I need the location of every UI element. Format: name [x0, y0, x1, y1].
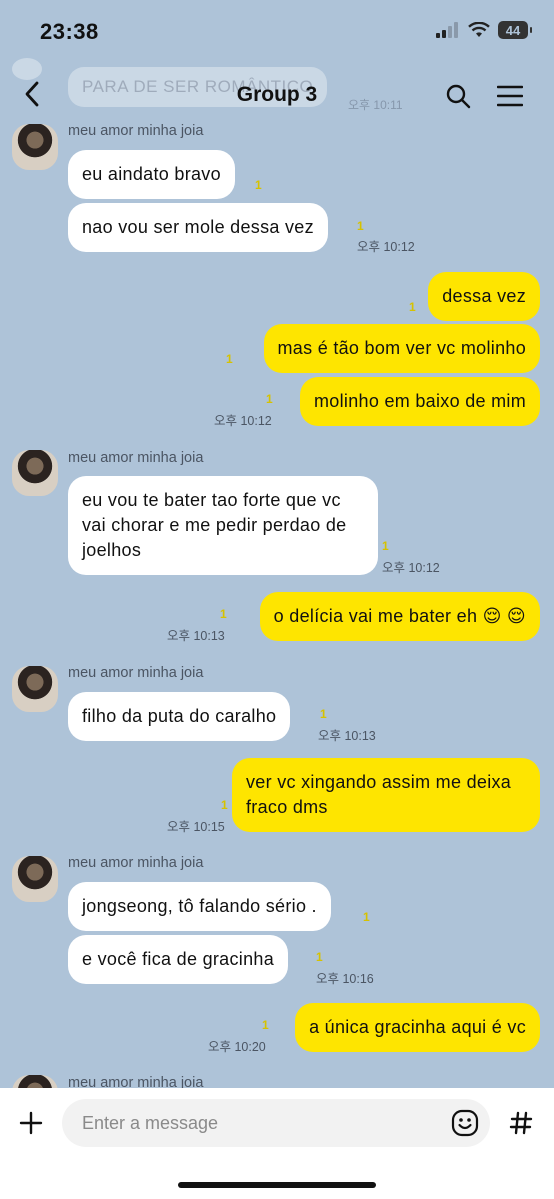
search-icon: [446, 84, 471, 109]
avatar[interactable]: [12, 856, 58, 902]
avatar[interactable]: [12, 124, 58, 170]
avatar[interactable]: [12, 666, 58, 712]
message-bubble-outgoing[interactable]: a única gracinha aqui é vc: [295, 1003, 540, 1052]
unread-count: 1: [221, 798, 228, 812]
message-input[interactable]: [62, 1099, 490, 1147]
battery-icon: 44: [498, 21, 532, 39]
hashtag-button[interactable]: [504, 1106, 538, 1140]
unread-count: 1: [262, 1018, 269, 1032]
sender-name: meu amor minha joia: [68, 123, 204, 139]
sender-name: meu amor minha joia: [68, 665, 204, 681]
unread-count: 1: [382, 539, 389, 553]
wifi-icon: [468, 22, 490, 37]
emoji-icon: [451, 1109, 479, 1137]
unread-count: 1: [409, 300, 416, 314]
hamburger-menu-icon: [497, 85, 523, 107]
message-time: 오후 10:12: [357, 240, 415, 254]
message-bubble-incoming[interactable]: filho da puta do caralho: [68, 692, 291, 741]
unread-count: 1: [226, 352, 233, 366]
message-time: 오후 10:13: [167, 629, 225, 643]
avatar[interactable]: [12, 450, 58, 496]
message-time: 오후 10:12: [382, 561, 440, 575]
message-bubble-outgoing[interactable]: dessa vez: [428, 272, 540, 321]
message-bubble-incoming[interactable]: jongseong, tô falando sério .: [68, 882, 331, 931]
attach-button[interactable]: [14, 1106, 48, 1140]
unread-count: 1: [255, 178, 262, 192]
message-time: 오후 10:20: [208, 1040, 266, 1054]
emoji-button[interactable]: [448, 1106, 482, 1140]
message-time: 오후 10:15: [167, 820, 225, 834]
message-bubble-outgoing[interactable]: molinho em baixo de mim: [300, 377, 540, 426]
unread-count: 1: [320, 707, 327, 721]
unread-count: 1: [363, 910, 370, 924]
message-bubble-incoming[interactable]: e você fica de gracinha: [68, 935, 289, 984]
hash-icon: [509, 1111, 533, 1135]
menu-button[interactable]: [492, 78, 528, 114]
message-bubble-outgoing[interactable]: mas é tão bom ver vc molinho: [263, 324, 540, 373]
chat-header: Group 3: [0, 66, 554, 124]
message-bubble-incoming[interactable]: nao vou ser mole dessa vez: [68, 203, 328, 252]
unread-count: 1: [357, 219, 364, 233]
status-icons: 44: [436, 21, 532, 39]
unread-count: 1: [220, 607, 227, 621]
plus-icon: [19, 1111, 43, 1135]
status-time: 23:38: [40, 19, 99, 44]
sender-name: meu amor minha joia: [68, 855, 204, 871]
unread-count: 1: [316, 950, 323, 964]
message-bubble-incoming[interactable]: eu aindato bravo: [68, 150, 235, 199]
message-bubble-outgoing[interactable]: ver vc xingando assim me deixa fraco dms: [232, 758, 540, 832]
message-time: 오후 10:12: [214, 414, 272, 428]
message-time: 오후 10:13: [318, 729, 376, 743]
unread-count: 1: [266, 392, 273, 406]
message-bubble-incoming[interactable]: eu vou te bater tao forte que vc vai cho…: [68, 476, 378, 575]
search-button[interactable]: [440, 78, 476, 114]
home-indicator: [178, 1182, 376, 1188]
sender-name: meu amor minha joia: [68, 450, 204, 466]
message-time: 오후 10:16: [316, 972, 374, 986]
message-bubble-outgoing[interactable]: o delícia vai me bater eh 😌 😌: [259, 592, 540, 641]
signal-icon: [436, 22, 458, 38]
status-bar: 23:38 44: [0, 0, 554, 66]
